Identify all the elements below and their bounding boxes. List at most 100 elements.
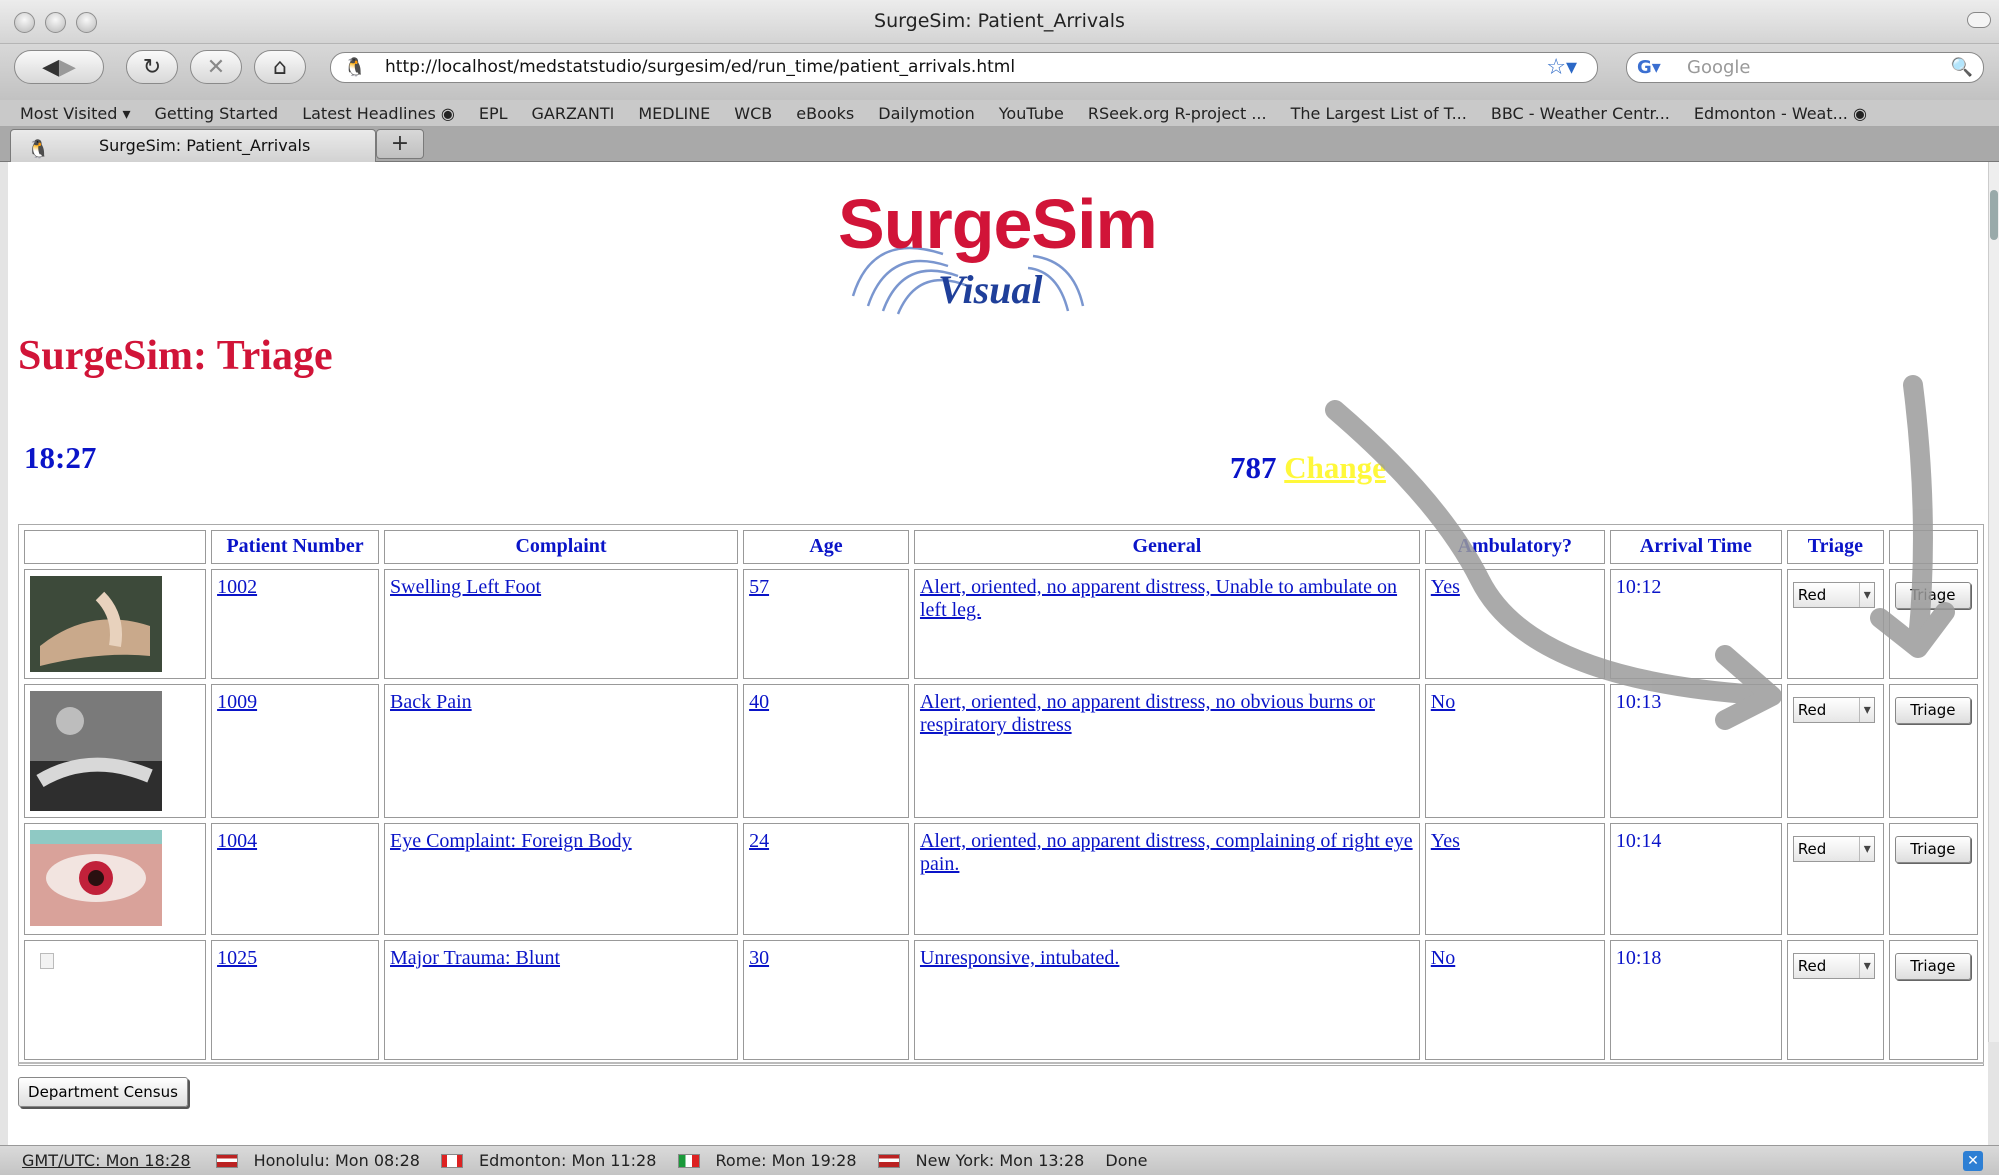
toolbar-toggle-button[interactable] <box>1967 12 1991 28</box>
general-link[interactable]: Alert, oriented, no apparent distress, c… <box>920 830 1413 875</box>
complaint-link[interactable]: Swelling Left Foot <box>390 576 541 598</box>
ambulatory-link[interactable]: Yes <box>1431 576 1460 598</box>
bookmark-item[interactable]: The Largest List of T... <box>1291 104 1467 123</box>
bookmark-item[interactable]: Dailymotion <box>878 104 975 123</box>
bookmark-item[interactable]: RSeek.org R-project ... <box>1088 104 1267 123</box>
patient-photo-back <box>30 691 162 811</box>
new-tab-button[interactable]: + <box>376 129 424 159</box>
general-link[interactable]: Alert, oriented, no apparent distress, U… <box>920 576 1397 621</box>
bookmark-item[interactable]: eBooks <box>796 104 854 123</box>
addon-status-icon[interactable]: ✕ <box>1963 1151 1983 1171</box>
search-input[interactable]: G▾ Google 🔍 <box>1626 52 1984 83</box>
broken-image-icon <box>40 953 54 969</box>
action-cell: Triage <box>1888 940 1978 1060</box>
patient-number-link[interactable]: 1004 <box>217 830 257 852</box>
scrollbar-thumb[interactable] <box>1990 190 1998 240</box>
complaint-link[interactable]: Major Trauma: Blunt <box>390 947 560 969</box>
table-row: 1002 Swelling Left Foot 57 Alert, orient… <box>24 569 1978 679</box>
age-link[interactable]: 40 <box>749 691 769 713</box>
age-cell: 40 <box>743 684 909 818</box>
triage-select[interactable]: Red <box>1792 697 1875 723</box>
bookmark-item[interactable]: YouTube <box>999 104 1064 123</box>
utc-clock[interactable]: GMT/UTC: Mon 18:28 <box>22 1151 191 1170</box>
us-flag-icon <box>877 1154 900 1168</box>
age-link[interactable]: 24 <box>749 830 769 852</box>
age-link[interactable]: 30 <box>749 947 769 969</box>
google-engine-icon[interactable]: G▾ <box>1637 56 1675 80</box>
tab-label: SurgeSim: Patient_Arrivals <box>99 136 311 155</box>
patient-number-link[interactable]: 1002 <box>217 576 257 598</box>
url-bar[interactable]: 🐧 http://localhost/medstatstudio/surgesi… <box>330 52 1598 83</box>
newyork-clock: New York: Mon 13:28 <box>915 1151 1085 1170</box>
stop-button[interactable]: ✕ <box>190 50 242 84</box>
arrival-time-cell: 10:12 <box>1609 569 1782 679</box>
bookmark-item[interactable]: Latest Headlines ◉ <box>302 104 455 123</box>
general-cell: Alert, oriented, no apparent distress, n… <box>913 684 1420 818</box>
complaint-cell: Back Pain <box>384 684 739 818</box>
edmonton-clock: Edmonton: Mon 11:28 <box>479 1151 657 1170</box>
triage-button[interactable]: Triage <box>1894 697 1971 724</box>
search-icon[interactable]: 🔍 <box>1951 53 1973 82</box>
table-header-row: Patient Number Complaint Age General Amb… <box>24 530 1978 564</box>
column-header: Ambulatory? <box>1424 530 1605 564</box>
complaint-link[interactable]: Eye Complaint: Foreign Body <box>390 830 632 852</box>
bookmark-item[interactable]: MEDLINE <box>638 104 710 123</box>
window-titlebar: SurgeSim: Patient_Arrivals <box>0 0 1999 44</box>
action-cell: Triage <box>1888 684 1978 818</box>
age-link[interactable]: 57 <box>749 576 769 598</box>
ambulatory-link[interactable]: Yes <box>1431 830 1460 852</box>
forward-icon[interactable]: ▶ <box>59 55 76 80</box>
triage-select[interactable]: Red <box>1792 953 1875 979</box>
home-button[interactable]: ⌂ <box>254 50 306 84</box>
patient-photo-eye <box>30 830 162 926</box>
logo-subtitle: Visual <box>938 267 1043 312</box>
age-cell: 57 <box>743 569 909 679</box>
triage-select[interactable]: Red <box>1792 836 1875 862</box>
general-link[interactable]: Alert, oriented, no apparent distress, n… <box>920 691 1375 736</box>
bookmark-item[interactable]: EPL <box>479 104 508 123</box>
complaint-link[interactable]: Back Pain <box>390 691 472 713</box>
bookmark-star-icon[interactable]: ☆▾ <box>1546 53 1577 82</box>
triage-select[interactable]: Red <box>1792 582 1875 608</box>
canada-flag-icon <box>441 1154 464 1168</box>
department-census-button[interactable]: Department Census <box>18 1077 188 1107</box>
bookmark-item[interactable]: Getting Started <box>155 104 279 123</box>
change-link[interactable]: Change <box>1284 450 1386 485</box>
photo-column-header <box>24 530 207 564</box>
bookmark-item[interactable]: Edmonton - Weat... ◉ <box>1694 104 1867 123</box>
home-icon: ⌂ <box>273 54 287 80</box>
column-header: Complaint <box>384 530 739 564</box>
reload-button[interactable]: ↻ <box>126 50 178 84</box>
arrival-time-cell: 10:18 <box>1609 940 1782 1060</box>
patient-number-cell: 1025 <box>211 940 379 1060</box>
triage-button[interactable]: Triage <box>1894 836 1971 863</box>
patient-number-link[interactable]: 1025 <box>217 947 257 969</box>
triage-button[interactable]: Triage <box>1894 582 1971 609</box>
action-column-header <box>1888 530 1978 564</box>
ambulatory-link[interactable]: No <box>1431 691 1455 713</box>
back-icon[interactable]: ◀ <box>42 55 59 80</box>
ambulatory-cell: No <box>1424 684 1605 818</box>
ambulatory-link[interactable]: No <box>1431 947 1455 969</box>
general-cell: Alert, oriented, no apparent distress, c… <box>913 823 1420 935</box>
patient-photo-cell <box>24 569 207 679</box>
ambulatory-cell: Yes <box>1424 569 1605 679</box>
column-header: Arrival Time <box>1609 530 1782 564</box>
patient-number-cell: 1009 <box>211 684 379 818</box>
bookmark-item[interactable]: GARZANTI <box>532 104 615 123</box>
bookmark-item[interactable]: Most Visited ▾ <box>20 104 131 123</box>
column-header: Age <box>743 530 909 564</box>
tab-patient-arrivals[interactable]: 🐧 SurgeSim: Patient_Arrivals <box>10 129 376 162</box>
triage-button[interactable]: Triage <box>1894 953 1971 980</box>
ambulatory-cell: No <box>1424 940 1605 1060</box>
complaint-cell: Major Trauma: Blunt <box>384 940 739 1060</box>
age-cell: 24 <box>743 823 909 935</box>
bookmark-item[interactable]: WCB <box>734 104 772 123</box>
arrival-time-cell: 10:13 <box>1609 684 1782 818</box>
bookmark-item[interactable]: BBC - Weather Centr... <box>1491 104 1670 123</box>
patient-number-link[interactable]: 1009 <box>217 691 257 713</box>
vertical-scrollbar[interactable] <box>1988 162 1999 1042</box>
general-link[interactable]: Unresponsive, intubated. <box>920 947 1119 969</box>
back-forward-button[interactable]: ◀ ▶ <box>14 50 104 84</box>
surgesim-logo: SurgeSim Visual <box>828 176 1158 316</box>
